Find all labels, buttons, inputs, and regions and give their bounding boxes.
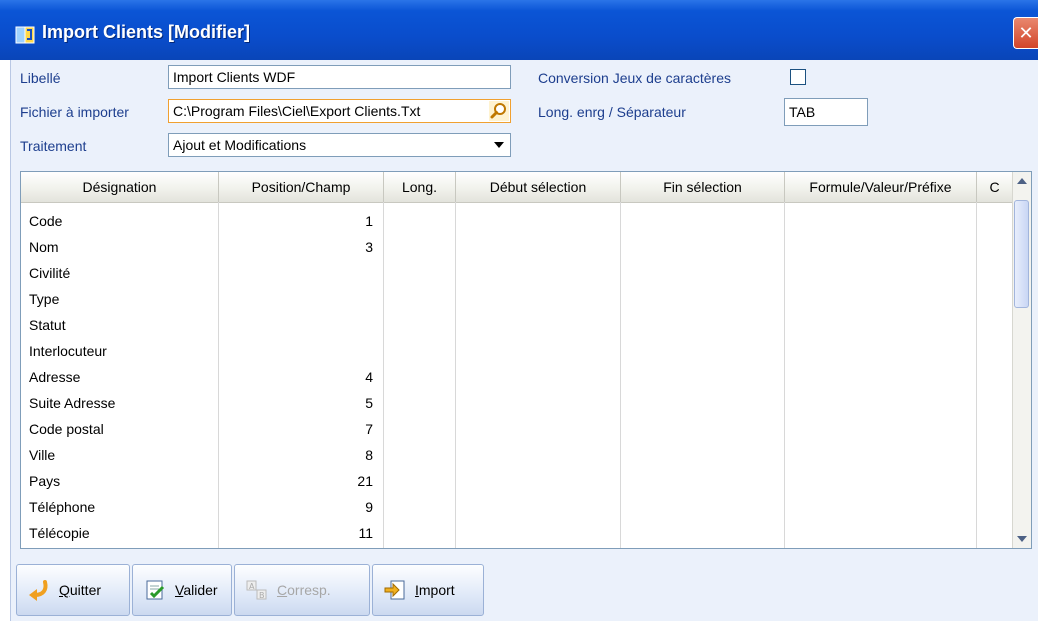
valider-button[interactable]: Valider (132, 564, 232, 616)
table-row[interactable]: Adresse 4 (21, 365, 1013, 391)
table-row[interactable]: Nom 3 (21, 235, 1013, 261)
correspondence-icon: AB (246, 580, 267, 600)
column-header[interactable]: Fin sélection (621, 172, 785, 202)
table-row[interactable]: Statut (21, 313, 1013, 339)
corresp-button[interactable]: AB Corresp. (234, 564, 370, 616)
quitter-button[interactable]: Quitter (16, 564, 130, 616)
conversion-label: Conversion Jeux de caractères (538, 70, 731, 86)
table-row[interactable]: Télécopie 11 (21, 521, 1013, 547)
validate-check-icon (146, 580, 165, 600)
column-header[interactable]: Long. (384, 172, 456, 202)
row-designation: Pays (29, 473, 61, 489)
row-position: 9 (365, 499, 373, 515)
title-bar: Import Clients [Modifier] ✕ (0, 0, 1038, 60)
row-position: 7 (365, 421, 373, 437)
search-icon[interactable] (489, 101, 509, 121)
table-row[interactable]: Pays 21 (21, 469, 1013, 495)
row-designation: Code (29, 213, 63, 229)
traitement-select[interactable]: Ajout et Modifications (168, 133, 511, 157)
row-position: 3 (365, 239, 373, 255)
row-position: 4 (365, 369, 373, 385)
row-position: 5 (365, 395, 373, 411)
row-designation: Code postal (29, 421, 104, 437)
grid-header: Désignation Position/Champ Long. Début s… (21, 172, 1013, 203)
svg-text:B: B (259, 591, 265, 600)
scroll-up-icon[interactable] (1013, 172, 1031, 190)
scrollbar-thumb[interactable] (1014, 200, 1029, 308)
traitement-label: Traitement (20, 138, 87, 154)
column-header[interactable]: Formule/Valeur/Préfixe (785, 172, 977, 202)
column-header[interactable]: C (977, 172, 1013, 202)
close-button[interactable]: ✕ (1013, 17, 1038, 49)
table-row[interactable]: Civilité (21, 261, 1013, 287)
table-row[interactable]: Code postal 7 (21, 417, 1013, 443)
table-row[interactable]: Suite Adresse 5 (21, 391, 1013, 417)
table-row[interactable]: Interlocuteur (21, 339, 1013, 365)
separateur-field[interactable]: TAB (784, 98, 868, 126)
table-row[interactable]: Ville 8 (21, 443, 1013, 469)
table-row[interactable]: Code 1 (21, 209, 1013, 235)
vertical-scrollbar[interactable] (1012, 172, 1031, 548)
fichier-label: Fichier à importer (20, 104, 129, 120)
column-header[interactable]: Position/Champ (219, 172, 384, 202)
table-row[interactable]: Téléphone 9 (21, 495, 1013, 521)
table-row[interactable]: Type (21, 287, 1013, 313)
row-designation: Suite Adresse (29, 395, 116, 411)
window-title: Import Clients [Modifier] (42, 22, 250, 42)
row-designation: Type (29, 291, 60, 307)
exit-arrow-icon (29, 580, 48, 601)
row-designation: Civilité (29, 265, 71, 281)
row-designation: Ville (29, 447, 56, 463)
column-header[interactable]: Désignation (21, 172, 219, 202)
row-designation: Nom (29, 239, 59, 255)
row-position: 11 (358, 525, 373, 541)
app-icon (15, 26, 35, 44)
mapping-grid: Désignation Position/Champ Long. Début s… (20, 171, 1032, 549)
row-position: 21 (357, 473, 373, 489)
row-designation: Adresse (29, 369, 81, 385)
conversion-checkbox[interactable] (790, 69, 806, 85)
row-designation: Téléphone (29, 499, 96, 515)
import-icon (384, 580, 405, 600)
row-position: 8 (365, 447, 373, 463)
scroll-down-icon[interactable] (1013, 530, 1031, 548)
svg-text:A: A (249, 582, 255, 591)
libelle-label: Libellé (20, 70, 61, 86)
long-enrg-label: Long. enrg / Séparateur (538, 104, 686, 120)
import-button[interactable]: Import (372, 564, 484, 616)
row-designation: Télécopie (29, 525, 90, 541)
fichier-field[interactable]: C:\Program Files\Ciel\Export Clients.Txt (168, 99, 511, 123)
row-designation: Interlocuteur (29, 343, 107, 359)
libelle-field[interactable]: Import Clients WDF (168, 65, 511, 89)
column-header[interactable]: Début sélection (456, 172, 621, 202)
chevron-down-icon[interactable] (494, 142, 504, 148)
close-icon: ✕ (1018, 23, 1034, 43)
row-designation: Statut (29, 317, 66, 333)
row-position: 1 (365, 213, 373, 229)
